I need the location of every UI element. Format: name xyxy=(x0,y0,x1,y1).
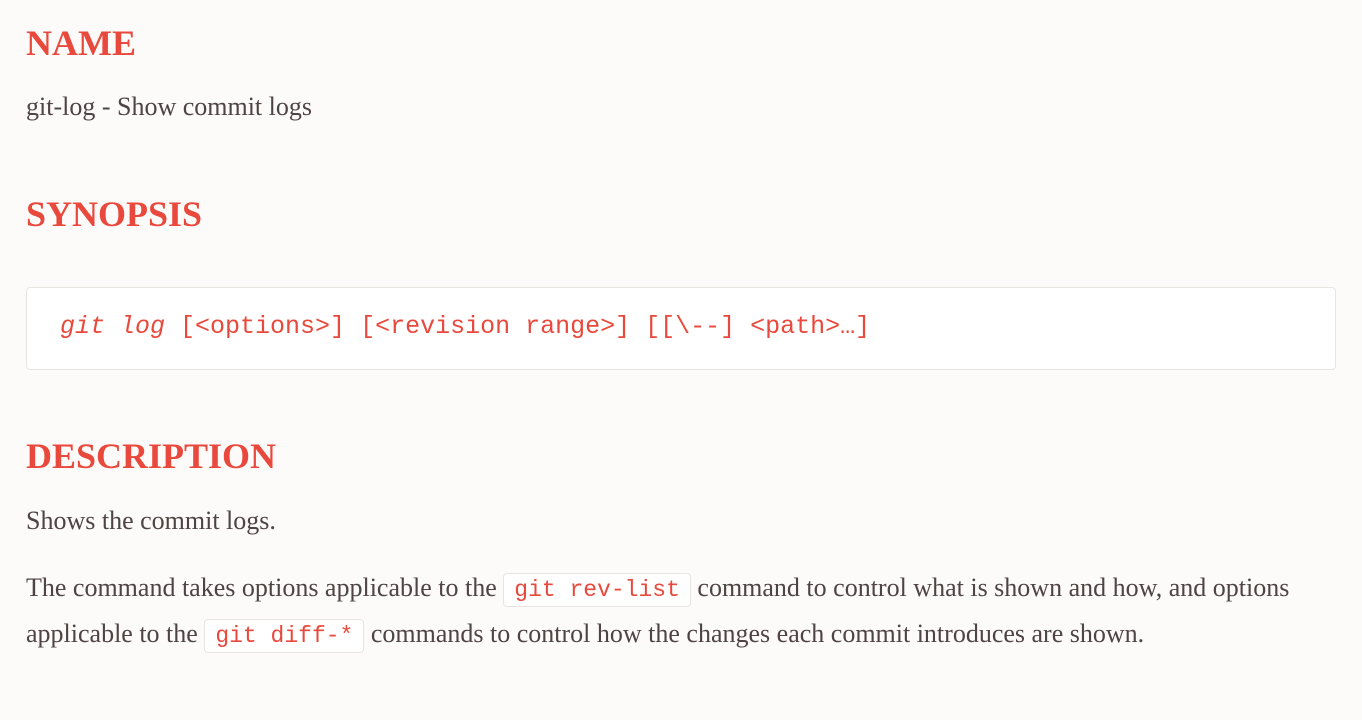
name-description: git-log - Show commit logs xyxy=(26,92,312,121)
description-text-3: commands to control how the changes each… xyxy=(364,619,1145,648)
inline-code-rev-list: git rev-list xyxy=(503,573,691,607)
inline-code-diff: git diff-* xyxy=(204,619,365,653)
synopsis-code-block: git log [<options>] [<revision range>] [… xyxy=(26,287,1336,370)
synopsis-command-name: git log xyxy=(60,312,166,341)
synopsis-heading: SYNOPSIS xyxy=(26,194,203,234)
description-paragraph-2: The command takes options applicable to … xyxy=(26,566,1326,658)
synopsis-command-args: [<options>] [<revision range>] [[\--] <p… xyxy=(165,312,871,341)
description-text-1: The command takes options applicable to … xyxy=(26,573,504,602)
man-page-document: NAME git-log - Show commit logs SYNOPSIS… xyxy=(0,0,1362,720)
description-paragraph-1: Shows the commit logs. xyxy=(26,506,276,535)
description-heading: DESCRIPTION xyxy=(26,436,277,476)
synopsis-command: git log [<options>] [<revision range>] [… xyxy=(60,312,870,341)
name-heading: NAME xyxy=(26,23,136,63)
